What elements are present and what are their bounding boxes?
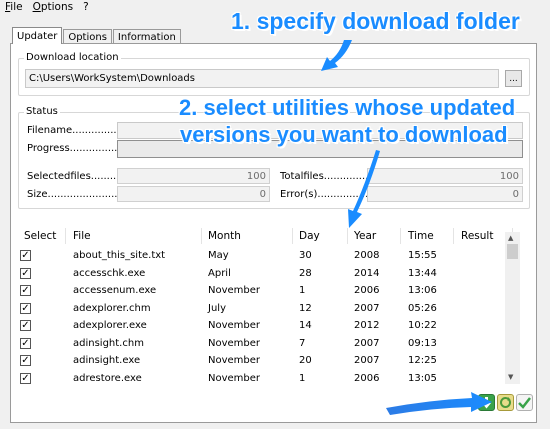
annotation-step-1: 1. specify download folder [231,8,520,34]
arrow-1-shape [321,40,352,71]
tab-updater[interactable]: Updater [12,27,63,44]
annotation-arrows [321,40,492,415]
arrow-3-shape [386,392,492,415]
annotation-step-2-line-1: 2. select utilities whose updated [179,95,516,120]
arrow-2-shape [348,150,380,228]
annotation-step-2-line-2: versions you want to download [180,122,508,147]
